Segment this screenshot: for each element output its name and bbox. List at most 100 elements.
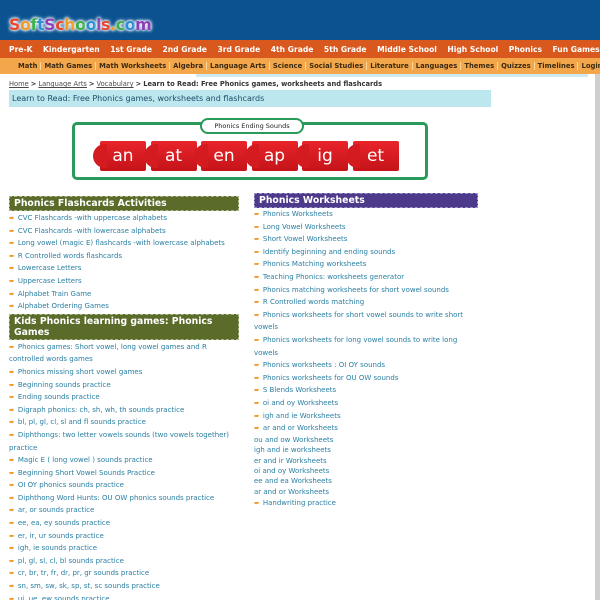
list-item[interactable]: ➨ er, ir, ur sounds practice — [9, 530, 239, 543]
vertical-scrollbar[interactable] — [595, 74, 600, 600]
list-item-link[interactable]: R Controlled words flashcards — [18, 252, 122, 260]
nav-primary-middle-school[interactable]: Middle School — [377, 45, 437, 54]
list-item-link[interactable]: ar and or Worksheets — [254, 488, 329, 496]
list-item[interactable]: ➨ Long vowel (magic E) flashcards -with l… — [9, 237, 239, 250]
list-item[interactable]: ➨ CVC Flashcards -with uppercase alphabet… — [9, 212, 239, 225]
list-item[interactable]: ➨ ee, ea, ey sounds practice — [9, 517, 239, 530]
sound-tile-ap[interactable]: ap — [244, 141, 298, 171]
list-item[interactable]: ➨ Alphabet Train Game — [9, 288, 239, 301]
nav-secondary-math-games[interactable]: Math Games — [40, 62, 95, 70]
sound-tile-at[interactable]: at — [143, 141, 197, 171]
list-item[interactable]: igh and ie worksheets — [254, 445, 478, 455]
list-item[interactable]: ➨ Teaching Phonics: worksheets generator — [254, 271, 478, 284]
list-item-link[interactable]: Short Vowel Worksheets — [263, 235, 348, 243]
list-item-link[interactable]: CVC Flashcards -with lowercase alphabets — [18, 227, 166, 235]
list-item-link[interactable]: Lowercase Letters — [18, 264, 82, 272]
list-item-link[interactable]: CVC Flashcards -with uppercase alphabets — [18, 214, 167, 222]
list-item[interactable]: ➨ ar and or Worksheets — [254, 422, 478, 435]
list-item[interactable]: ➨ Phonics Matching worksheets — [254, 258, 478, 271]
list-item[interactable]: ➨ Phonics worksheets for OU OW sounds — [254, 372, 478, 385]
list-item-link[interactable]: er and ir Worksheets — [254, 457, 327, 465]
list-item[interactable]: ➨ CVC Flashcards -with lowercase alphabet… — [9, 225, 239, 238]
list-item-link[interactable]: S Blends Worksheets — [263, 386, 336, 394]
list-item-link[interactable]: ee and ea Worksheets — [254, 477, 332, 485]
list-item-link[interactable]: Phonics worksheets : OI OY sounds — [263, 361, 385, 369]
breadcrumb-language-arts[interactable]: Language Arts — [38, 80, 87, 88]
list-item-link[interactable]: Phonics worksheets for OU OW sounds — [263, 374, 399, 382]
nav-primary-2nd-grade[interactable]: 2nd Grade — [162, 45, 206, 54]
list-item-link[interactable]: igh and ie Worksheets — [263, 412, 341, 420]
sound-tile-ig[interactable]: ig — [295, 141, 348, 171]
list-item-link[interactable]: sn, sm, sw, sk, sp, st, sc sounds practi… — [18, 582, 160, 590]
list-item[interactable]: ➨ Digraph phonics: ch, sh, wh, th sounds … — [9, 404, 239, 417]
list-item-link[interactable]: Phonics worksheets for short vowel sound… — [254, 311, 463, 332]
list-item[interactable]: ➨ pl, gl, sl, cl, bl sounds practice — [9, 555, 239, 568]
list-item[interactable]: ee and ea Worksheets — [254, 476, 478, 486]
list-item-link[interactable]: oi and oy Worksheets — [254, 467, 329, 475]
list-item-link[interactable]: Phonics games: Short vowel, long vowel g… — [9, 343, 207, 364]
list-item-link[interactable]: ar, or sounds practice — [18, 506, 94, 514]
list-item[interactable]: ➨ Magic E ( long vowel ) sounds practice — [9, 454, 239, 467]
nav-secondary-science[interactable]: Science — [268, 62, 305, 70]
list-item[interactable]: ➨ Phonics missing short vowel games — [9, 366, 239, 379]
list-item[interactable]: ➨ igh and ie Worksheets — [254, 410, 478, 423]
nav-primary-high-school[interactable]: High School — [447, 45, 498, 54]
sound-tile-et[interactable]: et — [345, 141, 399, 171]
list-item-link[interactable]: Digraph phonics: ch, sh, wh, th sounds p… — [18, 406, 184, 414]
nav-primary-fun-games[interactable]: Fun Games — [553, 45, 600, 54]
list-item[interactable]: er and ir Worksheets — [254, 456, 478, 466]
list-item[interactable]: ar and or Worksheets — [254, 487, 478, 497]
nav-secondary-themes[interactable]: Themes — [460, 62, 497, 70]
list-item[interactable]: ➨ Phonics worksheets : OI OY sounds — [254, 359, 478, 372]
list-item[interactable]: ➨ Phonics Worksheets — [254, 208, 478, 221]
nav-secondary-quizzes[interactable]: Quizzes — [497, 62, 534, 70]
list-item[interactable]: ou and ow Worksheets — [254, 435, 478, 445]
list-item[interactable]: ➨ Beginning sounds practice — [9, 379, 239, 392]
sound-tile-en[interactable]: en — [194, 141, 247, 171]
nav-secondary-literature[interactable]: Literature — [366, 62, 412, 70]
list-item[interactable]: ➨ Diphthong Word Hunts: OU OW phonics sou… — [9, 492, 239, 505]
list-item[interactable]: ➨ Phonics games: Short vowel, long vowel … — [9, 341, 239, 366]
list-item-link[interactable]: Teaching Phonics: worksheets generator — [263, 273, 404, 281]
list-item-link[interactable]: OI OY phonics sounds practice — [18, 481, 124, 489]
list-item-link[interactable]: Handwriting practice — [263, 499, 336, 507]
list-item-link[interactable]: Phonics missing short vowel games — [18, 368, 143, 376]
list-item[interactable]: ➨ S Blends Worksheets — [254, 384, 478, 397]
list-item[interactable]: ➨ Uppercase Letters — [9, 275, 239, 288]
site-logo[interactable]: SoftSchools.com — [9, 15, 152, 34]
list-item-link[interactable]: Long Vowel Worksheets — [263, 223, 346, 231]
list-item-link[interactable]: igh and ie worksheets — [254, 446, 331, 454]
list-item-link[interactable]: oi and oy Worksheets — [263, 399, 338, 407]
list-item[interactable]: ➨ Lowercase Letters — [9, 262, 239, 275]
list-item-link[interactable]: R Controlled words matching — [263, 298, 364, 306]
list-item-link[interactable]: ou and ow Worksheets — [254, 436, 333, 444]
list-item-link[interactable]: Phonics Worksheets — [263, 210, 333, 218]
list-item-link[interactable]: Beginning sounds practice — [18, 381, 111, 389]
breadcrumb-home[interactable]: Home — [9, 80, 29, 88]
list-item[interactable]: ➨ Ending sounds practice — [9, 391, 239, 404]
nav-secondary-language-arts[interactable]: Language Arts — [206, 62, 269, 70]
breadcrumb-vocabulary[interactable]: Vocabulary — [97, 80, 134, 88]
list-item[interactable]: ➨ sn, sm, sw, sk, sp, st, sc sounds pract… — [9, 580, 239, 593]
nav-secondary-social-studies[interactable]: Social Studies — [305, 62, 366, 70]
list-item-link[interactable]: Diphthongs: two letter vowels sounds (tw… — [9, 431, 229, 452]
nav-secondary-languages[interactable]: Languages — [411, 62, 461, 70]
list-item-link[interactable]: Phonics matching worksheets for short vo… — [263, 286, 449, 294]
nav-secondary-timelines[interactable]: Timelines — [533, 62, 578, 70]
nav-secondary-algebra[interactable]: Algebra — [169, 62, 206, 70]
list-item[interactable]: ➨ Phonics worksheets for long vowel sound… — [254, 334, 478, 359]
list-item[interactable]: ➨ Phonics matching worksheets for short v… — [254, 284, 478, 297]
list-item-link[interactable]: Beginning Short Vowel Sounds Practice — [18, 469, 155, 477]
list-item-link[interactable]: Ending sounds practice — [18, 393, 100, 401]
list-item[interactable]: ➨ Handwriting practice — [254, 497, 478, 510]
nav-secondary-math-worksheets[interactable]: Math Worksheets — [95, 62, 169, 70]
list-item-link[interactable]: Phonics Matching worksheets — [263, 260, 366, 268]
list-item-link[interactable]: bl, pl, gl, cl, sl and fl sounds practic… — [18, 418, 146, 426]
nav-secondary-login[interactable]: Login — [577, 62, 600, 70]
nav-primary-4th-grade[interactable]: 4th Grade — [271, 45, 314, 54]
nav-primary-1st-grade[interactable]: 1st Grade — [110, 45, 152, 54]
list-item-link[interactable]: cr, br, tr, fr, dr, pr, gr sounds practi… — [18, 569, 149, 577]
list-item-link[interactable]: Uppercase Letters — [18, 277, 82, 285]
list-item[interactable]: ➨ R Controlled words matching — [254, 296, 478, 309]
list-item[interactable]: ➨ Alphabet Ordering Games — [9, 300, 239, 313]
